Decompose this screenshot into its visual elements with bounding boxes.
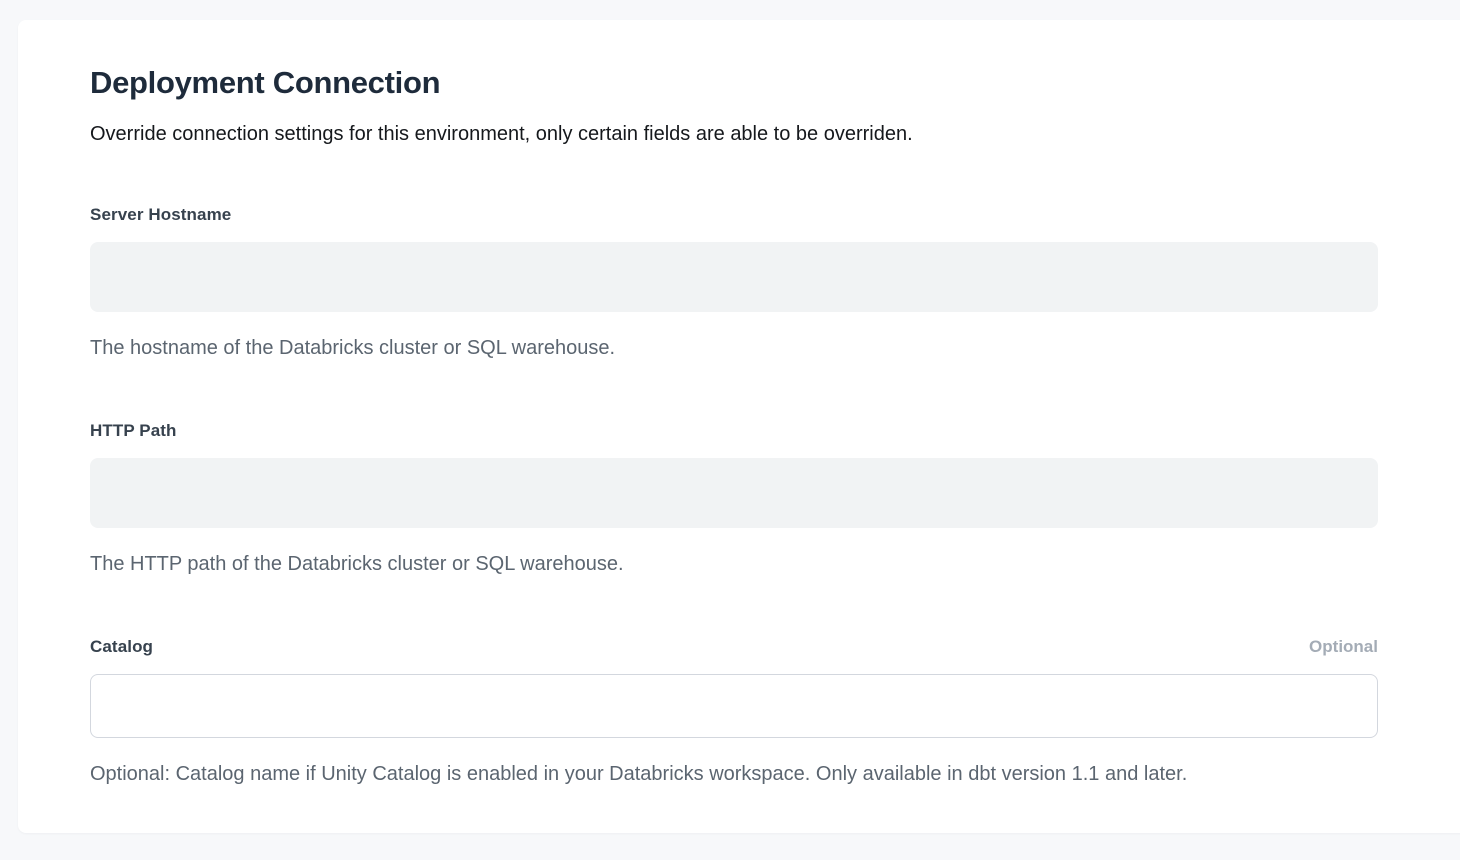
server-hostname-input xyxy=(90,242,1378,312)
server-hostname-label: Server Hostname xyxy=(90,205,231,225)
http-path-help: The HTTP path of the Databricks cluster … xyxy=(90,551,1378,577)
http-path-field: HTTP Path The HTTP path of the Databrick… xyxy=(90,421,1378,577)
label-row: Catalog Optional xyxy=(90,637,1378,657)
deployment-connection-card: Deployment Connection Override connectio… xyxy=(18,20,1460,833)
label-row: Server Hostname xyxy=(90,205,1378,225)
server-hostname-field: Server Hostname The hostname of the Data… xyxy=(90,205,1378,361)
catalog-input[interactable] xyxy=(90,674,1378,738)
label-row: HTTP Path xyxy=(90,421,1378,441)
catalog-help: Optional: Catalog name if Unity Catalog … xyxy=(90,761,1378,787)
page-title: Deployment Connection xyxy=(90,64,1378,103)
page-subtitle: Override connection settings for this en… xyxy=(90,121,1378,148)
server-hostname-help: The hostname of the Databricks cluster o… xyxy=(90,335,1378,361)
optional-badge: Optional xyxy=(1309,637,1378,657)
card-content: Deployment Connection Override connectio… xyxy=(18,20,1378,787)
http-path-input xyxy=(90,458,1378,528)
catalog-label: Catalog xyxy=(90,637,153,657)
catalog-field: Catalog Optional Optional: Catalog name … xyxy=(90,637,1378,787)
http-path-label: HTTP Path xyxy=(90,421,177,441)
